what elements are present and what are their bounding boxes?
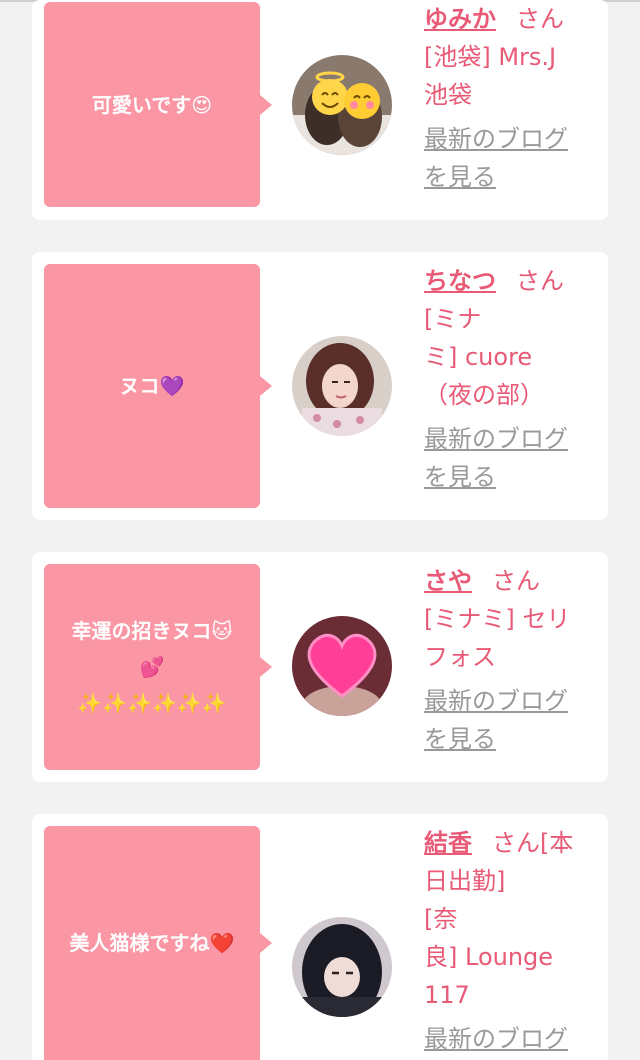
- blog-link-line: 最新のブログ: [424, 687, 568, 715]
- latest-blog-link[interactable]: 最新のブログ を見る: [424, 120, 600, 196]
- latest-blog-link[interactable]: 最新のブログ を見る: [424, 682, 600, 758]
- avatar-photo: [292, 55, 392, 155]
- comment-text: 幸運の招きヌコ🐱 💕 ✨✨✨✨✨✨: [72, 613, 233, 721]
- comment-line: 幸運の招きヌコ🐱: [71, 619, 233, 643]
- comment-bubble: 美人猫様ですね❤️: [44, 826, 272, 1060]
- blog-link-line: 最新のブログ: [424, 1025, 568, 1053]
- comment-card: ヌコ💜 ちなつ さん [ミナ ミ] cuore （夜の部） 最新のブログ を見る: [32, 252, 608, 520]
- honorific: さん: [516, 5, 564, 33]
- latest-blog-link[interactable]: 最新のブログ を見る: [424, 420, 600, 496]
- comment-bubble: ヌコ💜: [44, 264, 272, 508]
- honorific: さん[本: [492, 829, 574, 857]
- shop-line: ミ] cuore: [424, 343, 533, 371]
- shop-line: [池袋] Mrs.J: [424, 43, 557, 71]
- shop-line: [ミナミ] セリ: [424, 605, 571, 633]
- shop-line: （夜の部）: [424, 381, 544, 409]
- user-name-link[interactable]: ちなつ: [424, 267, 496, 295]
- avatar-photo: [292, 616, 392, 716]
- honorific: さん: [492, 567, 540, 595]
- honorific: さん: [516, 267, 564, 295]
- comment-card: 美人猫様ですね❤️ 結香 さん[本 日出勤] [奈 良] Lounge 117 最…: [32, 814, 608, 1060]
- shop-line: 117: [424, 981, 470, 1009]
- avatar-photo: [292, 336, 392, 436]
- blog-link-line: 最新のブログ: [424, 125, 568, 153]
- blog-link-line: を見る: [424, 463, 496, 491]
- comment-card: 可愛いです😍 ゆみか さん [池袋] Mrs.J 池袋 最新のブログ を見る: [32, 0, 608, 220]
- avatar[interactable]: [292, 55, 392, 155]
- avatar[interactable]: [292, 616, 392, 716]
- comment-text: 可愛いです😍: [91, 92, 213, 117]
- shop-line: [ミナ: [424, 305, 482, 333]
- user-name-link[interactable]: 結香: [424, 829, 472, 857]
- user-info: ゆみか さん [池袋] Mrs.J 池袋 最新のブログ を見る: [424, 0, 600, 196]
- comment-bubble: 幸運の招きヌコ🐱 💕 ✨✨✨✨✨✨: [44, 564, 272, 770]
- blog-link-line: を見る: [424, 725, 496, 753]
- blog-link-line: を見る: [424, 163, 496, 191]
- name-row: さや さん: [424, 562, 600, 600]
- shop-line: 良] Lounge: [424, 943, 554, 971]
- shop-line: フォス: [424, 643, 496, 671]
- user-info: 結香 さん[本 日出勤] [奈 良] Lounge 117 最新のブログ: [424, 824, 600, 1058]
- name-row: ちなつ さん: [424, 262, 600, 300]
- blog-link-line: 最新のブログ: [424, 425, 568, 453]
- user-name-link[interactable]: ゆみか: [424, 5, 496, 33]
- latest-blog-link[interactable]: 最新のブログ: [424, 1020, 600, 1058]
- user-info: ちなつ さん [ミナ ミ] cuore （夜の部） 最新のブログ を見る: [424, 262, 600, 496]
- avatar[interactable]: [292, 917, 392, 1017]
- comment-text: ヌコ💜: [119, 374, 185, 398]
- comment-line: 💕: [139, 655, 165, 679]
- comment-line: ✨✨✨✨✨✨: [77, 691, 227, 715]
- comment-bubble: 可愛いです😍: [44, 2, 272, 207]
- shop-line: 日出勤]: [424, 867, 506, 895]
- comment-text: 美人猫様ですね❤️: [69, 931, 235, 955]
- comment-card: 幸運の招きヌコ🐱 💕 ✨✨✨✨✨✨ さや さん [ミナミ] セリ フォス 最新のブ…: [32, 552, 608, 782]
- name-row: ゆみか さん: [424, 0, 600, 38]
- user-name-link[interactable]: さや: [424, 567, 472, 595]
- avatar[interactable]: [292, 336, 392, 436]
- name-row: 結香 さん[本: [424, 824, 600, 862]
- avatar-photo: [292, 917, 392, 1017]
- user-info: さや さん [ミナミ] セリ フォス 最新のブログ を見る: [424, 562, 600, 758]
- shop-line: [奈: [424, 905, 458, 933]
- shop-line: 池袋: [424, 81, 472, 109]
